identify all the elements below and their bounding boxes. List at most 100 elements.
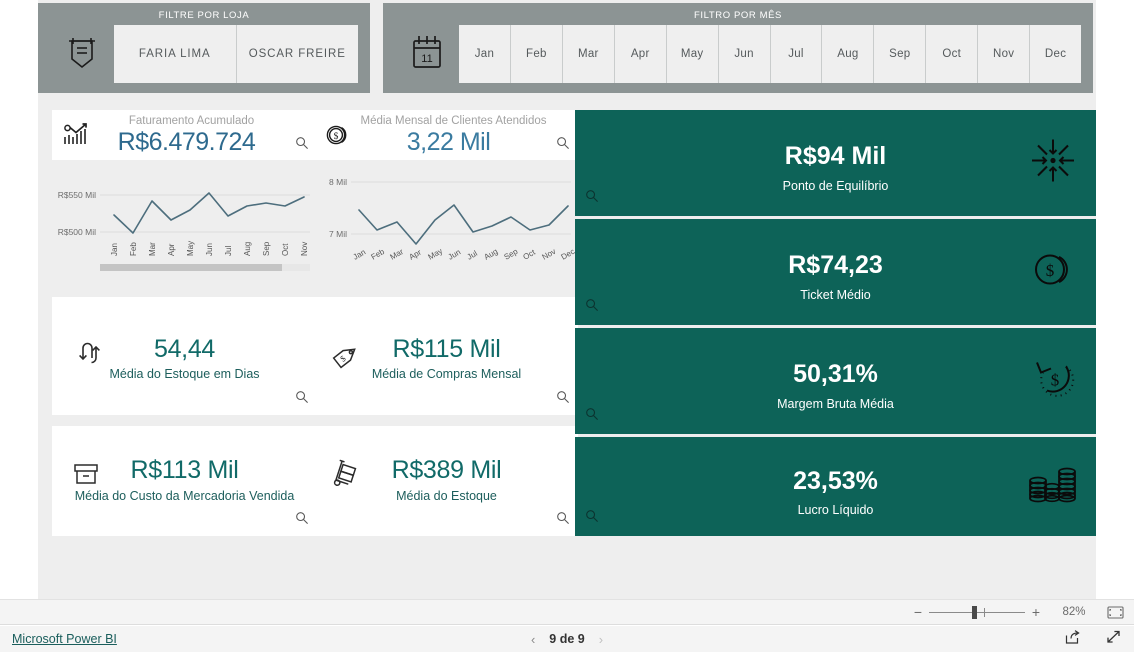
month-filter-title: FILTRO POR MÊS xyxy=(694,10,782,21)
store-chip-faria-lima[interactable]: FARIA LIMA xyxy=(114,25,237,83)
y-tick-lower: R$500 Mil xyxy=(58,227,96,237)
svg-text:Jun: Jun xyxy=(447,247,463,261)
sparkline-faturamento: R$550 Mil R$500 Mil Jan Feb Mar Apr May … xyxy=(52,160,317,285)
chart-card-value: 3,22 Mil xyxy=(406,128,491,156)
svg-text:Mar: Mar xyxy=(389,247,406,262)
calendar-icon: 11 xyxy=(395,25,459,83)
fullscreen-icon[interactable] xyxy=(1105,629,1122,650)
y-tick-lower: 7 Mil xyxy=(329,229,347,239)
svg-text:Jul: Jul xyxy=(224,246,233,256)
share-icon[interactable] xyxy=(1064,629,1081,650)
store-filter-panel: FILTRE POR LOJA FARIA LIMA OSCAR FREIRE xyxy=(38,3,370,93)
teal-value: 50,31% xyxy=(793,360,878,388)
kpi-card-media-estoque: R$389 Mil Média do Estoque xyxy=(315,426,578,536)
month-chip-dec[interactable]: Dec xyxy=(1030,25,1082,83)
kpi-card-custo-mercadoria: R$113 Mil Média do Custo da Mercadoria V… xyxy=(52,426,317,536)
chevron-left-icon[interactable]: ‹ xyxy=(531,632,535,647)
zoom-slider-thumb[interactable] xyxy=(972,605,977,619)
zoom-slider-tick xyxy=(984,607,985,617)
teal-value: R$94 Mil xyxy=(784,142,887,170)
month-chip-nov[interactable]: Nov xyxy=(978,25,1031,83)
zoom-out-button[interactable]: − xyxy=(909,605,927,619)
search-icon[interactable] xyxy=(585,298,599,317)
search-icon[interactable] xyxy=(295,136,309,155)
chart-card-value: R$6.479.724 xyxy=(117,128,256,156)
zoom-in-button[interactable]: + xyxy=(1027,605,1045,619)
status-bar-actions xyxy=(1064,629,1122,650)
svg-text:Jul: Jul xyxy=(466,249,480,262)
month-chip-jun[interactable]: Jun xyxy=(718,25,771,83)
chart-card-faturamento: Faturamento Acumulado R$6.479.724 R$550 … xyxy=(52,110,317,290)
zoom-toolbar: − + 82% xyxy=(0,599,1134,625)
canvas-right-gutter xyxy=(1096,0,1134,599)
svg-text:Jun: Jun xyxy=(205,243,214,256)
month-filter-panel: FILTRO POR MÊS 11 Jan Feb Mar Apr May Jun Jul A… xyxy=(383,3,1093,93)
kpi-label: Média de Compras Mensal xyxy=(371,367,522,381)
kpi-value: 54,44 xyxy=(153,335,216,363)
month-chip-sep[interactable]: Sep xyxy=(874,25,927,83)
month-chip-apr[interactable]: Apr xyxy=(614,25,667,83)
month-chip-oct[interactable]: Oct xyxy=(926,25,979,83)
teal-label: Lucro Líquido xyxy=(797,503,874,517)
chart-card-header: $ Média Mensal de Clientes Atendidos 3,2… xyxy=(315,110,578,160)
svg-text:$: $ xyxy=(1051,371,1060,390)
search-icon[interactable] xyxy=(585,509,599,528)
chart-card-title: Média Mensal de Clientes Atendidos xyxy=(360,115,547,127)
svg-text:Feb: Feb xyxy=(370,247,387,262)
svg-text:Nov: Nov xyxy=(300,242,309,256)
kpi-value: R$115 Mil xyxy=(392,335,501,363)
svg-text:Feb: Feb xyxy=(129,242,138,256)
fit-to-page-icon[interactable] xyxy=(1107,605,1124,619)
coins-dollar-icon: $ xyxy=(1028,245,1078,300)
calendar-day-number: 11 xyxy=(421,53,432,65)
search-icon[interactable] xyxy=(556,511,570,530)
month-chip-jul[interactable]: Jul xyxy=(770,25,823,83)
chevron-right-icon[interactable]: › xyxy=(599,632,603,647)
svg-text:Apr: Apr xyxy=(167,243,176,256)
kpi-value: R$113 Mil xyxy=(130,456,239,484)
month-chip-mar[interactable]: Mar xyxy=(562,25,615,83)
month-chip-may[interactable]: May xyxy=(666,25,719,83)
search-icon[interactable] xyxy=(585,189,599,208)
teal-card-ponto-equilibrio: R$94 Mil Ponto de Equilíbrio xyxy=(575,110,1096,216)
teal-label: Ponto de Equilíbrio xyxy=(782,179,889,193)
teal-value: 23,53% xyxy=(793,467,878,495)
store-chip-oscar-freire[interactable]: OSCAR FREIRE xyxy=(236,25,358,83)
svg-text:May: May xyxy=(427,246,445,261)
banner-filter-icon xyxy=(50,25,114,83)
store-chip-group: FARIA LIMA OSCAR FREIRE xyxy=(114,25,358,83)
month-chip-group: Jan Feb Mar Apr May Jun Jul Aug Sep Oct Nov Dec xyxy=(459,25,1082,83)
search-icon[interactable] xyxy=(295,511,309,530)
search-icon[interactable] xyxy=(585,407,599,426)
teal-value: R$74,23 xyxy=(788,251,883,279)
search-icon[interactable] xyxy=(556,136,570,155)
chart-card-clientes: $ Média Mensal de Clientes Atendidos 3,2… xyxy=(315,110,578,290)
svg-text:Apr: Apr xyxy=(408,248,424,262)
dollar-refresh-icon: $ xyxy=(1028,354,1078,409)
month-chip-aug[interactable]: Aug xyxy=(822,25,875,83)
month-chip-feb[interactable]: Feb xyxy=(510,25,563,83)
svg-text:Oct: Oct xyxy=(522,247,538,261)
kpi-card-estoque-dias: 54,44 Média do Estoque em Dias xyxy=(52,297,317,415)
coin-stacks-icon xyxy=(1026,459,1078,514)
y-tick-upper: R$550 Mil xyxy=(58,190,96,200)
teal-card-lucro-liquido: 23,53% Lucro Líquido xyxy=(575,437,1096,536)
svg-text:Jan: Jan xyxy=(352,247,368,261)
svg-text:Sep: Sep xyxy=(262,241,271,256)
month-chip-jan[interactable]: Jan xyxy=(459,25,511,83)
svg-text:Aug: Aug xyxy=(243,242,252,256)
teal-card-ticket-medio: R$74,23 Ticket Médio $ xyxy=(575,219,1096,325)
svg-text:Mar: Mar xyxy=(148,242,157,256)
search-icon[interactable] xyxy=(556,390,570,409)
converge-target-icon xyxy=(1028,136,1078,191)
page-indicator: 9 de 9 xyxy=(549,632,585,646)
power-bi-report-viewer: FILTRE POR LOJA FARIA LIMA OSCAR FREIRE xyxy=(0,0,1134,652)
page-navigator: ‹ 9 de 9 › xyxy=(0,632,1134,647)
chart-horizontal-scrollbar[interactable] xyxy=(100,264,310,271)
zoom-slider[interactable] xyxy=(929,605,1025,619)
teal-label: Margem Bruta Média xyxy=(777,397,894,411)
search-icon[interactable] xyxy=(295,390,309,409)
kpi-card-compras-mensal: $ R$115 Mil Média de Compras Mensal xyxy=(315,297,578,415)
teal-label: Ticket Médio xyxy=(800,288,871,302)
svg-text:Jan: Jan xyxy=(110,243,119,256)
